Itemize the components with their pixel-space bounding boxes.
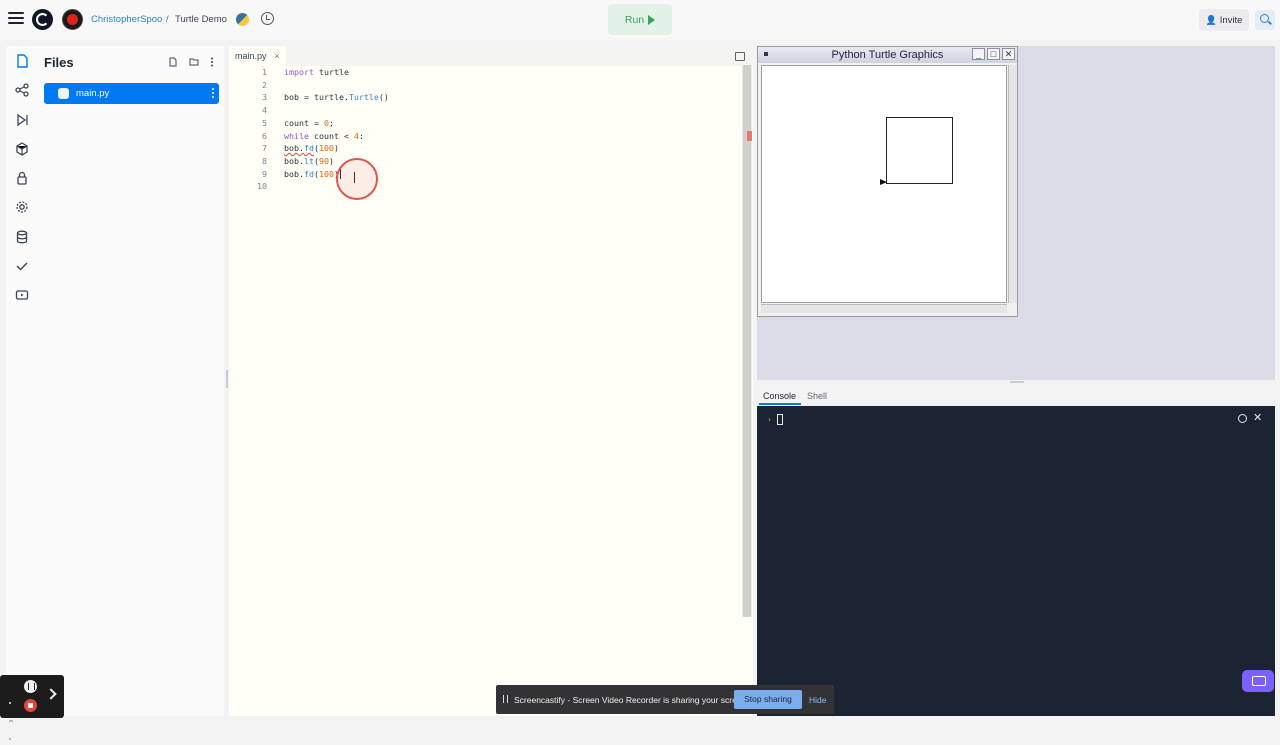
secrets-icon[interactable] [15, 171, 29, 185]
file-item-main-py[interactable]: main.py [44, 83, 219, 104]
code-line: 3 bob = turtle.Turtle() [262, 92, 389, 103]
canvas-vertical-scrollbar[interactable] [1008, 65, 1017, 303]
tab-main-py[interactable]: main.py × [229, 46, 286, 66]
mouse-cursor [354, 172, 355, 183]
console-prompt: › [767, 415, 772, 424]
close-window-button[interactable]: ✕ [1002, 48, 1015, 60]
breadcrumb-user[interactable]: ChristopherSpoo [91, 14, 162, 25]
menu-icon[interactable] [8, 12, 24, 28]
tab-shell[interactable]: Shell [807, 391, 827, 401]
unit-tests-icon[interactable] [15, 259, 29, 273]
stop-recording-button[interactable] [24, 699, 37, 712]
files-title: Files [44, 55, 74, 70]
breadcrumb-project[interactable]: Turtle Demo [175, 14, 227, 25]
code-editor[interactable]: main.py × 1 import turtle 2 3 bob = turtle… [229, 46, 753, 716]
minimize-button[interactable]: _ [972, 48, 985, 60]
turtle-window[interactable]: Python Turtle Graphics _ □ ✕ [757, 46, 1018, 317]
invite-button[interactable]: 👤 Invite [1199, 9, 1249, 31]
top-bar: ChristopherSpoo / Turtle Demo Run 👤 Invi… [0, 0, 1280, 40]
console-terminal[interactable]: › ✕ [757, 406, 1275, 716]
code-line: 9 bob.fd(100) [262, 168, 341, 179]
replit-logo[interactable] [32, 9, 53, 30]
tab-label: main.py [235, 51, 267, 61]
canvas-horizontal-scrollbar[interactable] [761, 304, 1007, 313]
run-label: Run [624, 13, 645, 26]
scrollbar-thumb[interactable] [743, 65, 751, 617]
stop-sharing-button[interactable]: Stop sharing [734, 690, 802, 709]
search-icon[interactable] [1255, 10, 1275, 30]
files-icon[interactable] [15, 54, 29, 68]
share-message: Screencastify - Screen Video Recorder is… [514, 695, 749, 705]
new-folder-icon[interactable] [189, 57, 199, 67]
video-icon[interactable] [15, 288, 29, 302]
panel-resize-handle[interactable] [226, 370, 228, 388]
output-resize-handle[interactable] [1010, 381, 1024, 383]
breadcrumb-separator: / [166, 14, 169, 25]
layout-icon[interactable] [735, 52, 745, 61]
editor-scrollbar[interactable] [742, 65, 752, 617]
code-line: 1 import turtle [262, 67, 349, 77]
turtle-arrow [880, 179, 887, 185]
add-person-icon: 👤 [1205, 14, 1217, 25]
code-line: 6 while count < 4: [262, 130, 364, 141]
code-line: 10 [257, 181, 267, 192]
tab-console[interactable]: Console [763, 391, 796, 401]
turtle-window-title[interactable]: Python Turtle Graphics _ □ ✕ [758, 47, 1017, 63]
drag-handle-icon[interactable] [9, 691, 14, 740]
terminal-cursor [777, 414, 783, 425]
recorder-widget [0, 675, 64, 740]
python-file-icon [58, 88, 69, 99]
run-button[interactable]: Run [608, 4, 672, 35]
activity-bar [0, 46, 44, 320]
file-options-icon[interactable] [212, 88, 214, 99]
close-tab-icon[interactable]: × [275, 51, 280, 61]
output-panel: Python Turtle Graphics _ □ ✕ [757, 46, 1275, 380]
file-name: main.py [76, 88, 110, 99]
new-file-icon[interactable] [168, 57, 178, 67]
pause-recording-button[interactable] [24, 680, 37, 693]
window-title-text: Python Turtle Graphics [831, 49, 944, 61]
code-line: 2 [262, 79, 267, 90]
code-line: 7 bob.fd(100) [262, 143, 339, 154]
click-indicator [336, 158, 378, 200]
code-line: 8 bob.lt(90) [262, 155, 334, 166]
python-icon[interactable] [236, 13, 249, 26]
invite-label: Invite [1219, 14, 1243, 26]
console-tab-bar: Console Shell [757, 386, 1275, 406]
share-icon[interactable] [15, 83, 29, 97]
drawn-square [886, 117, 953, 184]
history-icon[interactable] [261, 12, 274, 25]
code-line: 4 [262, 105, 267, 116]
console-clear-icon[interactable]: ✕ [1253, 411, 1262, 424]
maximize-button[interactable]: □ [987, 48, 1000, 60]
active-tab-indicator [759, 403, 801, 405]
share-pause-icon [503, 695, 508, 703]
packages-icon[interactable] [15, 142, 29, 156]
play-icon [648, 14, 656, 25]
settings-icon[interactable] [15, 200, 29, 214]
hide-button[interactable]: Hide [809, 695, 826, 705]
error-marker [747, 131, 752, 141]
editor-tab-bar: main.py × [229, 46, 753, 66]
user-avatar[interactable] [62, 9, 83, 30]
turtle-canvas [761, 65, 1007, 303]
console-search-icon[interactable] [1238, 414, 1247, 423]
debugger-icon[interactable] [15, 113, 29, 127]
database-icon[interactable] [15, 230, 29, 244]
code-line: 5 count = 0; [262, 117, 334, 128]
more-options-icon[interactable] [207, 57, 217, 67]
window-menu-icon[interactable] [764, 52, 768, 56]
screen-share-bar: Screencastify - Screen Video Recorder is… [496, 685, 834, 714]
expand-chevron-icon[interactable] [45, 688, 57, 700]
chat-icon[interactable] [1242, 670, 1274, 692]
